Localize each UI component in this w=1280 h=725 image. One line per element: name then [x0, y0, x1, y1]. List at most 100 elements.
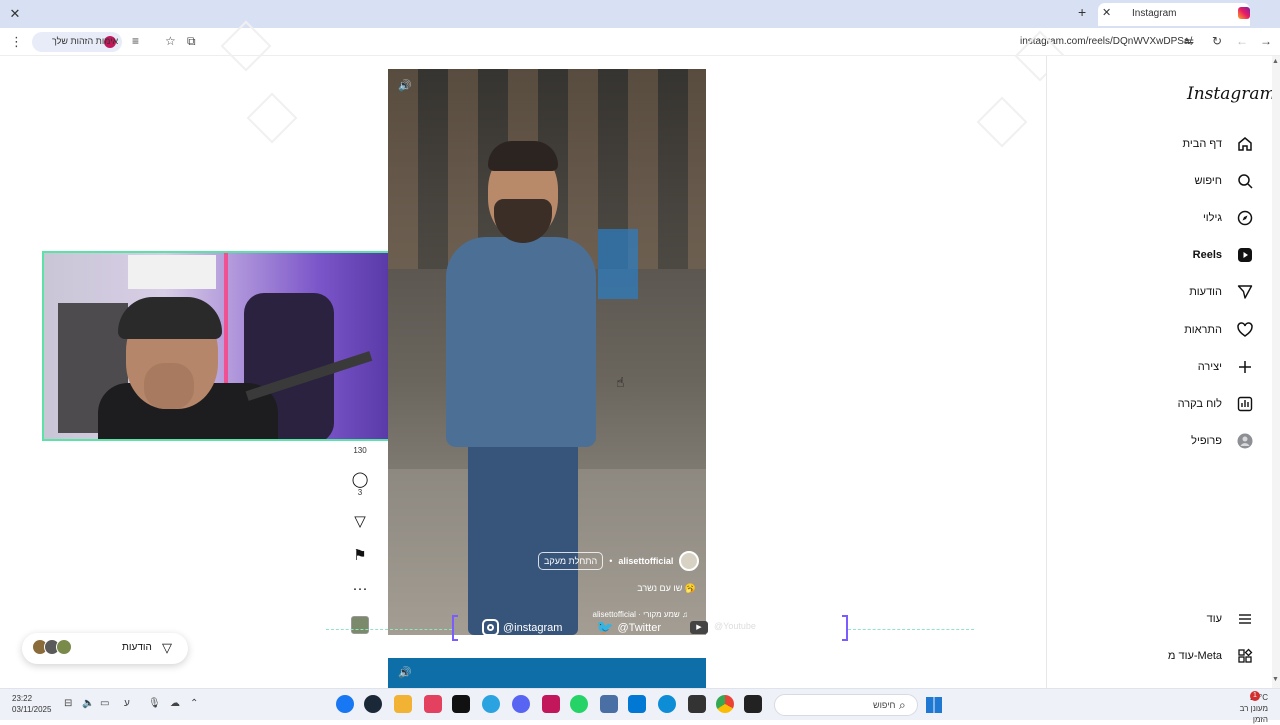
mic-icon[interactable]: 🎙 [148, 698, 161, 709]
cloud-icon[interactable]: ☁ [170, 698, 180, 709]
like-count: 130 [353, 446, 367, 455]
close-window-icon[interactable]: ✕ [6, 5, 24, 23]
messages-avatars [32, 639, 72, 655]
overlay-instagram-label: @instagram [503, 621, 563, 634]
kebab-menu-icon[interactable]: ⋮ [10, 34, 23, 50]
reel-video[interactable]: 🔊 alisettofficial • התחלת מעקב שו עם נשר… [388, 69, 706, 635]
hamburger-icon [1236, 610, 1254, 628]
tray-chevron-icon[interactable]: ⌃ [190, 698, 198, 709]
reel-actions: 130 ◯ 3 ▽ ⚑ ··· [346, 440, 374, 636]
mute-toggle-icon[interactable]: 🔊 [398, 79, 414, 95]
sidebar-item-meta[interactable]: עוד מ-Meta [1168, 642, 1254, 670]
sidebar-item-profile[interactable]: פרופיל [1191, 427, 1254, 455]
sidebar-item-home[interactable]: דף הבית [1183, 130, 1254, 158]
reading-list-icon[interactable]: ≡ [132, 34, 139, 48]
weather-desc: מעונן רב הזמן [1239, 704, 1268, 724]
sidebar-item-label: Reels [1192, 249, 1222, 261]
sidebar-item-label: לוח בקרה [1177, 398, 1222, 410]
windows-start-icon[interactable] [926, 697, 942, 713]
reload-icon[interactable]: ↻ [1212, 34, 1222, 48]
scroll-down-arrow-icon[interactable]: ▼ [1272, 676, 1279, 683]
store-app-icon[interactable] [628, 695, 646, 713]
separator-dot: • [609, 556, 613, 566]
more-options-button[interactable]: ··· [346, 580, 374, 597]
share-icon[interactable]: ⧉ [187, 34, 196, 49]
more-dots-icon[interactable]: ··· [346, 580, 374, 597]
bookmark-icon[interactable]: ⚑ [346, 546, 374, 564]
scroll-up-arrow-icon[interactable]: ▲ [1272, 58, 1279, 65]
back-icon[interactable]: ← [1236, 34, 1248, 48]
author-name[interactable]: alisettofficial [618, 556, 673, 566]
sidebar-item-dashboard[interactable]: לוח בקרה [1178, 390, 1254, 418]
sidebar-item-messages[interactable]: הודעות [1189, 278, 1254, 306]
comment-button[interactable]: ◯ 3 [346, 470, 374, 497]
windows-taskbar: 23:22 03/11/2025 ⊟ 🔈 ▭ ע 🎙 ☁ ⌃ חיפוש ⌕ 2… [0, 688, 1280, 724]
weather-temp: 24°C [1228, 692, 1268, 703]
browser-tab[interactable]: ✕ Instagram [1098, 3, 1250, 26]
sidebar-item-reels[interactable]: Reels [1193, 241, 1254, 269]
audio-avatar[interactable] [346, 616, 374, 634]
volume-icon[interactable]: 🔈 [82, 698, 94, 709]
next-reel-mute-icon[interactable]: 🔊 [398, 666, 412, 679]
site-settings-icon[interactable]: ⇋ [1184, 34, 1194, 48]
sidebar-item-label: הודעות [1189, 286, 1222, 298]
sidebar-item-search[interactable]: חיפוש [1195, 167, 1254, 195]
send-icon [1236, 283, 1254, 301]
comment-icon[interactable]: ◯ [346, 470, 374, 488]
overlay-twitter: 🐦 @Twitter [596, 619, 661, 636]
instagram-logo[interactable]: Instagram [1187, 84, 1276, 104]
forward-icon[interactable]: → [1260, 34, 1272, 48]
audio-avatar-image[interactable] [351, 616, 369, 634]
page-scrollbar[interactable]: ▲ ▼ [1272, 56, 1280, 688]
author-avatar[interactable] [679, 551, 700, 571]
video-background-crate [598, 229, 638, 299]
verify-identity-button[interactable]: אימות הזהות שלך [32, 32, 122, 52]
tiktok-studio-app-icon[interactable] [424, 695, 442, 713]
tiktok-app-icon[interactable] [452, 695, 470, 713]
follow-button[interactable]: התחלת מעקב [538, 552, 604, 570]
plus-icon [1236, 358, 1254, 376]
instagram-favicon-icon [1238, 7, 1250, 19]
discord-app-icon[interactable] [512, 695, 530, 713]
file-explorer-app-icon[interactable] [394, 695, 412, 713]
sidebar-item-create[interactable]: יצירה [1198, 353, 1254, 381]
obs-app-icon[interactable] [688, 695, 706, 713]
battery-icon[interactable]: ▭ [100, 698, 109, 709]
close-tab-icon[interactable]: ✕ [1102, 6, 1111, 19]
heart-icon [1236, 321, 1254, 339]
facebook-app-icon[interactable] [336, 695, 354, 713]
notification-badge[interactable]: 1 [1250, 691, 1260, 701]
terminal-app-icon[interactable] [744, 695, 762, 713]
overlay-bracket-left [452, 615, 458, 641]
taskbar-clock[interactable]: 23:22 03/11/2025 [12, 693, 51, 715]
clock-time: 23:22 [12, 694, 33, 703]
chrome-app-icon[interactable] [716, 695, 734, 713]
edge-app-icon[interactable] [658, 695, 676, 713]
weather-widget[interactable]: 24°C מעונן רב הזמן [1228, 692, 1268, 725]
taskbar-search[interactable]: חיפוש ⌕ [774, 694, 918, 716]
adobe-app-icon[interactable] [542, 695, 560, 713]
save-button[interactable]: ⚑ [346, 546, 374, 564]
taskbar-search-label: חיפוש [873, 700, 896, 710]
video-person-legs [468, 439, 578, 635]
sidebar-item-notifications[interactable]: התראות [1184, 316, 1254, 344]
send-icon[interactable]: ▽ [346, 512, 374, 530]
browser-app-icon[interactable] [482, 695, 500, 713]
sidebar-item-explore[interactable]: גילוי [1203, 204, 1254, 232]
new-tab-icon[interactable]: + [1078, 4, 1086, 20]
webcam-window [128, 255, 216, 289]
messages-pill[interactable]: הודעות ▽ [22, 633, 188, 664]
calculator-app-icon[interactable] [600, 695, 618, 713]
messages-label: הודעות [122, 642, 152, 653]
next-reel-video[interactable]: 🔊 [388, 658, 706, 688]
sidebar-item-more[interactable]: עוד [1207, 605, 1254, 633]
network-icon[interactable]: ⊟ [64, 698, 72, 709]
language-icon[interactable]: ע [124, 698, 130, 709]
star-bookmark-icon[interactable]: ☆ [165, 34, 176, 48]
overlay-instagram: @instagram [482, 619, 562, 636]
sidebar-meta-label: עוד מ-Meta [1167, 650, 1222, 662]
whatsapp-app-icon[interactable] [570, 695, 588, 713]
share-button[interactable]: ▽ [346, 512, 374, 530]
sidebar-item-label: דף הבית [1182, 138, 1222, 150]
steam-app-icon[interactable] [364, 695, 382, 713]
